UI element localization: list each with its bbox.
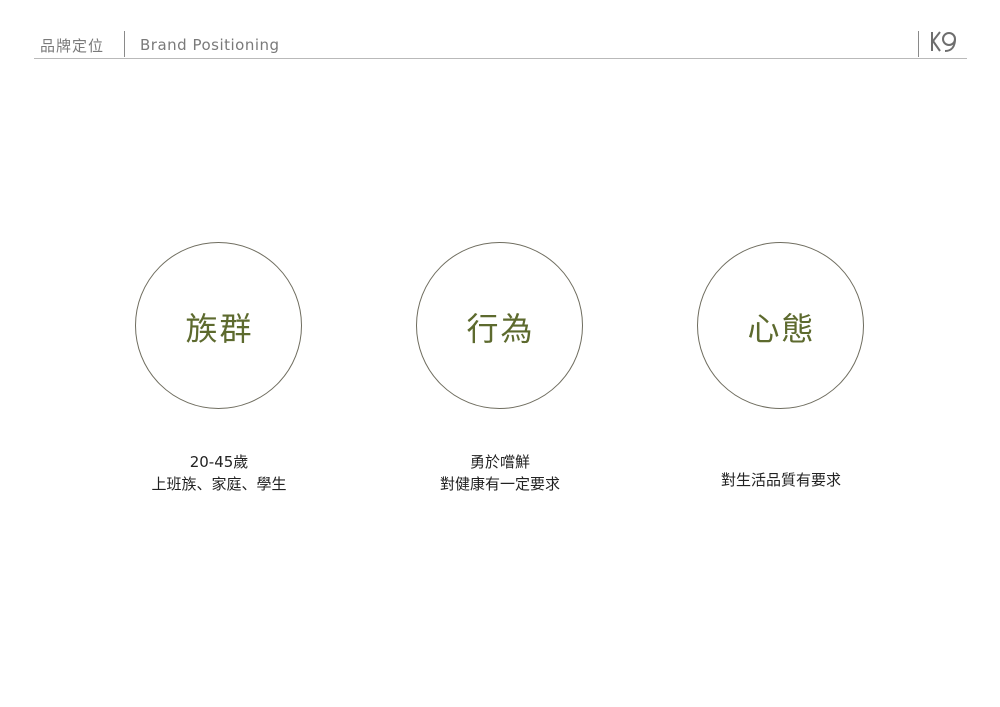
pillar-description: 勇於嚐鮮 對健康有一定要求 bbox=[400, 451, 600, 495]
pillar-description: 20-45歲 上班族、家庭、學生 bbox=[119, 451, 319, 495]
pillar-circle: 心態 bbox=[697, 242, 864, 409]
pillar-behavior: 行為 勇於嚐鮮 對健康有一定要求 bbox=[400, 242, 600, 502]
header-divider bbox=[124, 31, 125, 57]
description-line: 上班族、家庭、學生 bbox=[151, 475, 287, 493]
page-header: 品牌定位 Brand Positioning bbox=[34, 28, 967, 59]
pillar-title: 心態 bbox=[747, 309, 816, 348]
description-line: 對健康有一定要求 bbox=[439, 475, 560, 493]
pillar-circle: 族群 bbox=[135, 242, 302, 409]
section-title-zh: 品牌定位 bbox=[40, 37, 105, 55]
section-title-en: Brand Positioning bbox=[140, 36, 280, 54]
description-line: 20-45歲 bbox=[189, 453, 249, 471]
pillar-mindset: 心態 對生活品質有要求 bbox=[681, 242, 881, 502]
pillar-title: 行為 bbox=[466, 309, 535, 348]
k9-logo-icon bbox=[931, 31, 956, 52]
pillar-audience: 族群 20-45歲 上班族、家庭、學生 bbox=[119, 242, 319, 502]
header-logo-divider bbox=[918, 31, 919, 57]
description-line: 對生活品質有要求 bbox=[720, 471, 841, 489]
pillar-description: 對生活品質有要求 bbox=[681, 469, 881, 491]
pillar-title: 族群 bbox=[185, 309, 254, 348]
pillar-circle: 行為 bbox=[416, 242, 583, 409]
description-line: 勇於嚐鮮 bbox=[469, 453, 530, 471]
